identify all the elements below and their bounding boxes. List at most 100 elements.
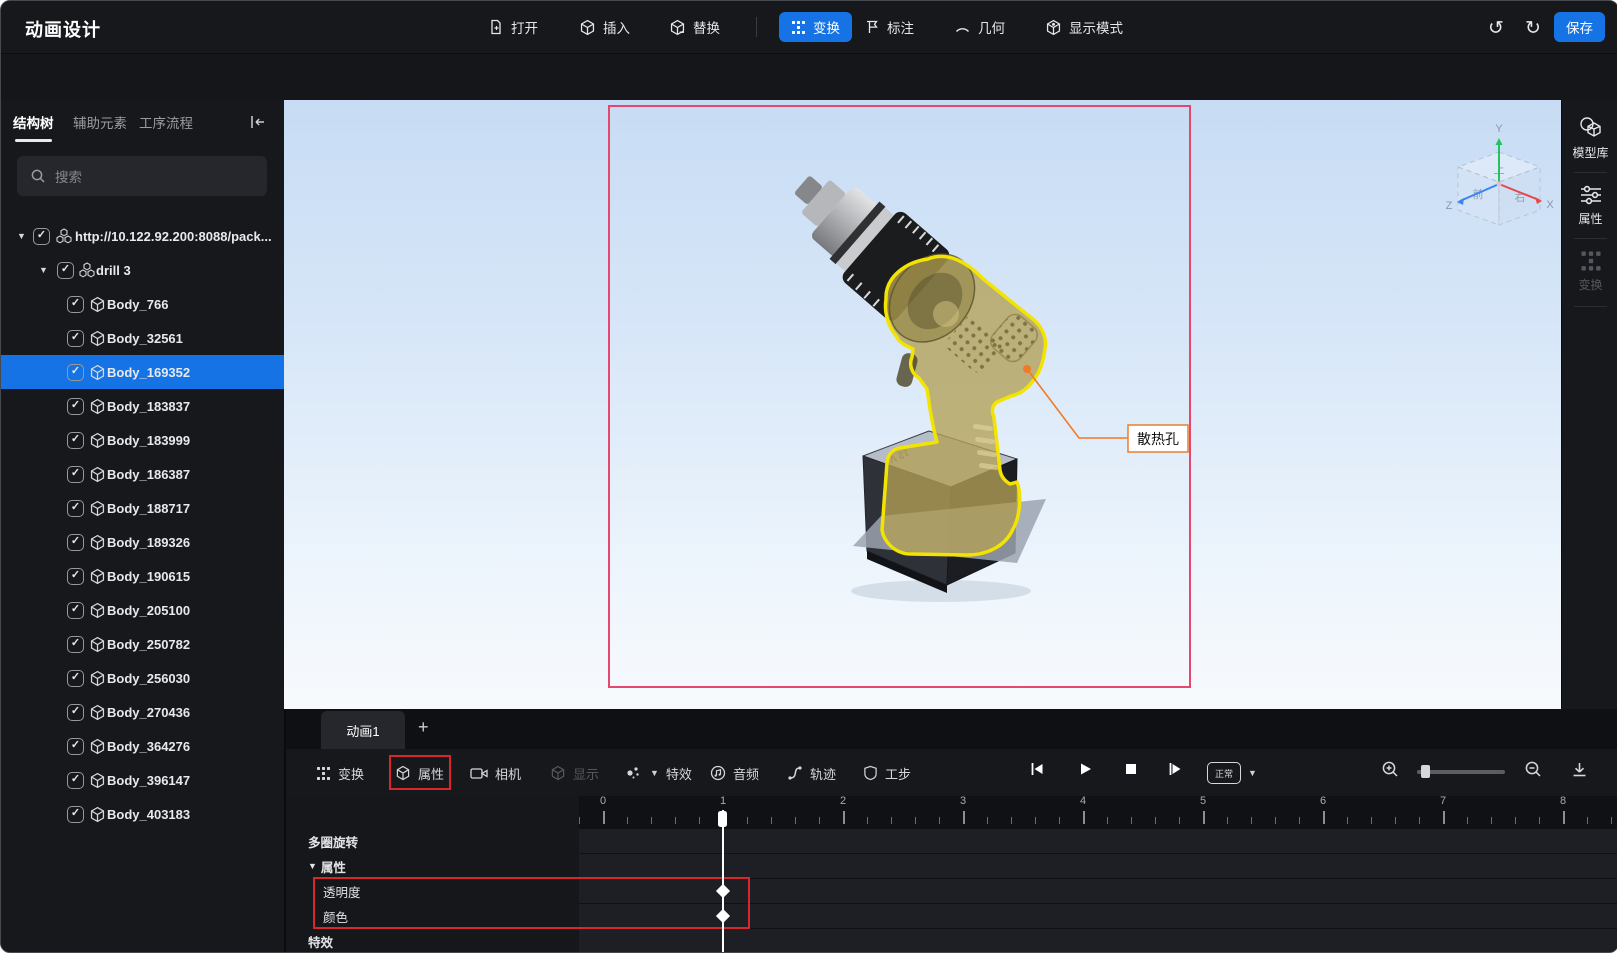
- export-download-button[interactable]: [1568, 758, 1590, 780]
- tree-item[interactable]: ✓ Body_183837: [1, 389, 284, 423]
- geometry-button[interactable]: 几何: [954, 14, 1005, 40]
- tl-tool-workstep[interactable]: 工步: [863, 761, 911, 785]
- tree-checkbox[interactable]: ✓: [67, 363, 84, 381]
- tree-item[interactable]: ✓ Body_183999: [1, 423, 284, 457]
- tree-item[interactable]: ✓ Body_766: [1, 287, 284, 321]
- tl-tool-audio[interactable]: 音频: [710, 761, 759, 785]
- tree-item[interactable]: ✓ Body_364276: [1, 729, 284, 763]
- tree-checkbox[interactable]: ✓: [67, 771, 84, 789]
- tree-item[interactable]: ▼ ✓ http://10.122.92.200:8088/pack...: [1, 219, 284, 253]
- open-button[interactable]: 打开: [488, 14, 538, 40]
- tree-checkbox[interactable]: ✓: [67, 431, 84, 449]
- tl-tool-properties[interactable]: 属性: [395, 761, 444, 785]
- add-animation-button[interactable]: +: [418, 717, 429, 738]
- timeline-row-label[interactable]: 透明度: [323, 879, 361, 903]
- panel-model-library[interactable]: 模型库: [1562, 116, 1617, 161]
- viewport-3d[interactable]: 12 V: [284, 100, 1561, 709]
- panel-transform[interactable]: 变换: [1562, 250, 1617, 293]
- timeline-row-label[interactable]: 多圈旋转: [308, 829, 358, 853]
- timeline-row-label[interactable]: 颜色: [323, 904, 348, 928]
- row-expand-caret[interactable]: ▼: [308, 861, 317, 871]
- play-icon: [1081, 763, 1091, 775]
- annotate-button[interactable]: 标注: [864, 14, 914, 40]
- tree-item-label: Body_364276: [107, 738, 191, 754]
- zoom-out-icon: [1525, 761, 1541, 777]
- zoom-slider-handle[interactable]: [1421, 765, 1430, 778]
- tl-tool-effects[interactable]: ▼ 特效: [625, 761, 692, 785]
- drill-model-canvas: 12 V: [795, 123, 1555, 602]
- tl-tool-display[interactable]: 显示: [550, 761, 599, 785]
- drill-body-selected[interactable]: [872, 237, 1048, 557]
- tree-item[interactable]: ✓ Body_188717: [1, 491, 284, 525]
- insert-button[interactable]: 插入: [579, 14, 630, 40]
- rightbar-divider: [1574, 172, 1607, 173]
- tree-item[interactable]: ✓ Body_403183: [1, 797, 284, 831]
- panel-properties[interactable]: 属性: [1562, 184, 1617, 227]
- tree-checkbox[interactable]: ✓: [33, 227, 50, 245]
- tree-item-selected[interactable]: ✓ Body_169352: [1, 355, 284, 389]
- replace-button[interactable]: 替换: [669, 14, 720, 40]
- tree-expand-caret[interactable]: ▼: [17, 231, 26, 241]
- tree-checkbox[interactable]: ✓: [67, 295, 84, 313]
- tree-checkbox[interactable]: ✓: [67, 669, 84, 687]
- tree-item[interactable]: ✓ Body_396147: [1, 763, 284, 797]
- undo-button[interactable]: ↺: [1488, 15, 1504, 41]
- tab-structure-tree[interactable]: 结构树: [13, 112, 54, 142]
- timeline-track-area[interactable]: [579, 796, 1617, 952]
- tree-item[interactable]: ▼ ✓ drill 3: [1, 253, 284, 287]
- playback-speed-button[interactable]: 正常 ▼: [1207, 762, 1257, 784]
- display-mode-button[interactable]: 显示模式: [1045, 14, 1123, 40]
- tree-item[interactable]: ✓ Body_250782: [1, 627, 284, 661]
- body-cube-icon: [89, 398, 106, 415]
- tree-item-label: Body_766: [107, 296, 169, 312]
- tree-checkbox[interactable]: ✓: [67, 601, 84, 619]
- collapse-sidebar-icon[interactable]: [249, 114, 267, 130]
- tl-tool-transform[interactable]: 变换: [316, 761, 364, 785]
- tab-aux-elements[interactable]: 辅助元素: [73, 112, 127, 132]
- tl-tool-camera[interactable]: 相机: [470, 761, 521, 785]
- stop-button[interactable]: [1120, 758, 1142, 780]
- effects-dropdown-caret[interactable]: ▼: [650, 768, 659, 778]
- tree-item-label: drill 3: [96, 262, 131, 278]
- tree-item[interactable]: ✓ Body_189326: [1, 525, 284, 559]
- tree-item-label: Body_270436: [107, 704, 191, 720]
- redo-button[interactable]: ↻: [1525, 15, 1541, 41]
- tree-checkbox[interactable]: ✓: [67, 533, 84, 551]
- search-input[interactable]: 搜索: [17, 156, 267, 196]
- tl-tool-trajectory[interactable]: 轨迹: [787, 761, 836, 785]
- tree-checkbox[interactable]: ✓: [67, 737, 84, 755]
- tree-checkbox[interactable]: ✓: [67, 397, 84, 415]
- tree-checkbox[interactable]: ✓: [57, 261, 74, 279]
- timeline-zoom-slider[interactable]: [1417, 765, 1505, 778]
- save-button[interactable]: 保存: [1554, 12, 1605, 42]
- tree-checkbox[interactable]: ✓: [67, 703, 84, 721]
- rightbar-divider: [1574, 238, 1607, 239]
- play-button[interactable]: [1074, 758, 1096, 780]
- tree-checkbox[interactable]: ✓: [67, 567, 84, 585]
- tree-checkbox[interactable]: ✓: [67, 329, 84, 347]
- tree-item-label: Body_403183: [107, 806, 191, 822]
- timeline-zoom-in-button[interactable]: [1379, 758, 1401, 780]
- tree-item[interactable]: ✓ Body_186387: [1, 457, 284, 491]
- timeline-zoom-out-button[interactable]: [1522, 758, 1544, 780]
- tree-checkbox[interactable]: ✓: [67, 465, 84, 483]
- tree-item[interactable]: ✓ Body_256030: [1, 661, 284, 695]
- view-cube[interactable]: 上 前 右 Y X Z: [1446, 123, 1555, 226]
- timeline-row-label[interactable]: ▼ 属性: [308, 854, 346, 878]
- tree-item[interactable]: ✓ Body_205100: [1, 593, 284, 627]
- step-back-button[interactable]: [1026, 758, 1048, 780]
- tab-process-flow[interactable]: 工序流程: [139, 112, 193, 132]
- tree-checkbox[interactable]: ✓: [67, 635, 84, 653]
- step-forward-button[interactable]: [1164, 758, 1186, 780]
- tree-checkbox[interactable]: ✓: [67, 805, 84, 823]
- tree-item[interactable]: ✓ Body_32561: [1, 321, 284, 355]
- tree-item[interactable]: ✓ Body_190615: [1, 559, 284, 593]
- tree-checkbox[interactable]: ✓: [67, 499, 84, 517]
- tree-expand-caret[interactable]: ▼: [39, 265, 48, 275]
- tree-item[interactable]: ✓ Body_270436: [1, 695, 284, 729]
- timeline-row-label[interactable]: 特效: [308, 929, 333, 952]
- annotation-heat-vent[interactable]: 散热孔: [1023, 365, 1189, 453]
- body-cube-icon: [89, 670, 106, 687]
- animation-tab[interactable]: 动画1: [321, 711, 405, 749]
- transform-mode-button[interactable]: 变换: [779, 12, 852, 42]
